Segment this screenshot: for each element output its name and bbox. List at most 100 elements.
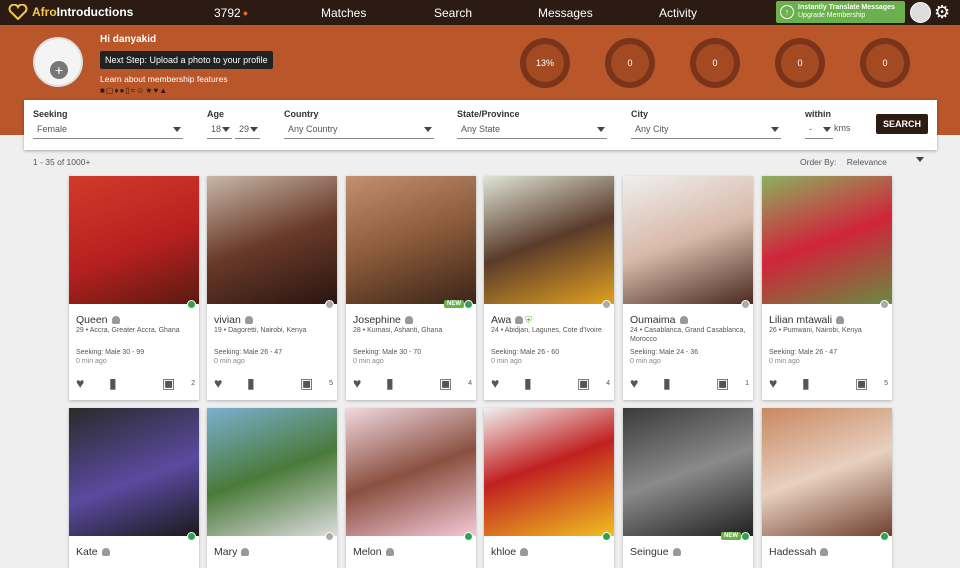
message-icon[interactable]: ▮ [524,376,532,390]
profile-name[interactable]: vivian [214,314,253,326]
nav-search[interactable]: Search [434,6,472,20]
heart-icon[interactable]: ♥ [769,376,777,390]
message-icon[interactable]: ▮ [663,376,671,390]
next-step-tip[interactable]: Next Step: Upload a photo to your profil… [100,51,273,69]
profile-photo[interactable] [762,408,892,536]
profile-seeking: Seeking: Male 26 - 47 [214,349,283,356]
heart-icon[interactable]: ♥ [76,376,84,390]
profile-card[interactable]: Oumaima 24 • Casablanca, Grand Casablanc… [623,176,753,400]
profile-photo[interactable] [69,408,199,536]
profile-details: 26 • Pumwani, Nairobi, Kenya [769,327,862,334]
translate-upgrade-button[interactable]: ↑ Instantly Translate Messages Upgrade Me… [776,1,905,23]
views-stat[interactable]: 0 [775,38,825,88]
chevron-down-icon[interactable] [916,157,924,162]
favorites-count: 0 [696,44,734,82]
heart-icon[interactable]: ♥ [491,376,499,390]
profile-name[interactable]: khloe [491,546,529,558]
age-max-select[interactable]: 29 [235,123,260,139]
country-select[interactable]: Any Country [284,123,434,139]
seeking-select[interactable]: Female [33,123,183,139]
profile-card[interactable]: NEW Seingue [623,408,753,568]
profile-card[interactable]: Awa ⛨ 24 • Abidjan, Lagunes, Cote d'Ivoir… [484,176,614,400]
profile-name[interactable]: Hadessah [769,546,829,558]
profile-photo[interactable] [207,176,337,304]
favorites-stat[interactable]: 0 [690,38,740,88]
profile-card[interactable]: NEW Josephine 28 • Kumasi, Ashanti, Ghan… [346,176,476,400]
profile-name[interactable]: Seingue [630,546,681,558]
profile-photo[interactable] [762,176,892,304]
city-select[interactable]: Any City [631,123,781,139]
profile-name[interactable]: Oumaima [630,314,688,326]
membership-features-link[interactable]: Learn about membership features [100,74,228,84]
person-icon [385,548,394,557]
profile-card[interactable]: Hadessah [762,408,892,568]
photo-count: 4 [606,380,610,387]
profile-name-text: Melon [353,546,382,558]
profile-card[interactable]: Melon [346,408,476,568]
message-icon[interactable]: ▮ [109,376,117,390]
profile-name[interactable]: Mary [214,546,250,558]
profile-details: 19 • Dagoretti, Nairobi, Kenya [214,327,307,334]
profile-details: 24 • Casablanca, Grand Casablanca, Moroc… [630,327,746,343]
profile-card[interactable]: Kate [69,408,199,568]
heart-icon[interactable]: ♥ [353,376,361,390]
profile-photo[interactable] [69,176,199,304]
user-avatar[interactable] [910,2,931,23]
profile-photo-placeholder[interactable]: + [33,37,83,87]
camera-icon[interactable]: ▣ [439,376,452,390]
within-label: within [805,109,831,119]
profile-photo[interactable] [623,408,753,536]
camera-icon[interactable]: ▣ [855,376,868,390]
age-min-select[interactable]: 18 [207,123,232,139]
logo[interactable]: AfroIntroductions [8,4,133,20]
profile-name[interactable]: Josephine [353,314,413,326]
gear-icon[interactable]: ⚙ [934,2,954,22]
profile-card[interactable]: vivian 19 • Dagoretti, Nairobi, Kenya Se… [207,176,337,400]
person-icon [520,548,529,557]
profile-name-text: khloe [491,546,517,558]
heart-logo-icon [8,4,28,20]
photo-count: 4 [468,380,472,387]
message-icon[interactable]: ▮ [802,376,810,390]
camera-icon[interactable]: ▣ [162,376,175,390]
message-icon[interactable]: ▮ [247,376,255,390]
message-icon[interactable]: ▮ [386,376,394,390]
within-select[interactable]: - [805,123,833,139]
heart-icon[interactable]: ♥ [630,376,638,390]
profile-details: 28 • Kumasi, Ashanti, Ghana [353,327,443,334]
order-by[interactable]: Order By: Relevance [800,157,887,167]
online-counter[interactable]: 3792 ● [214,6,248,20]
messages-stat[interactable]: 0 [605,38,655,88]
nav-messages[interactable]: Messages [538,6,593,20]
profile-card[interactable]: Mary [207,408,337,568]
state-select[interactable]: Any State [457,123,607,139]
profile-name[interactable]: Melon [353,546,394,558]
profile-name-text: Lilian mtawali [769,314,833,326]
order-by-value: Relevance [846,157,887,167]
add-photo-icon[interactable]: + [50,61,68,79]
profile-photo[interactable] [484,408,614,536]
heart-icon[interactable]: ♥ [214,376,222,390]
profile-name[interactable]: Awa ⛨ [491,314,532,326]
camera-icon[interactable]: ▣ [577,376,590,390]
profile-name[interactable]: Kate [76,546,110,558]
profile-name[interactable]: Queen [76,314,120,326]
photo-count: 2 [191,380,195,387]
profile-name[interactable]: Lilian mtawali [769,314,845,326]
profile-completion-stat[interactable]: 13% [520,38,570,88]
search-button[interactable]: SEARCH [876,114,928,134]
profile-photo[interactable] [484,176,614,304]
camera-icon[interactable]: ▣ [716,376,729,390]
nav-matches[interactable]: Matches [321,6,366,20]
starred-stat[interactable]: 0 [860,38,910,88]
profile-card[interactable]: Queen 29 • Accra, Greater Accra, Ghana S… [69,176,199,400]
camera-icon[interactable]: ▣ [300,376,313,390]
profile-photo[interactable] [623,176,753,304]
profile-photo[interactable] [346,176,476,304]
photo-count: 5 [884,380,888,387]
profile-photo[interactable] [346,408,476,536]
profile-photo[interactable] [207,408,337,536]
profile-card[interactable]: Lilian mtawali 26 • Pumwani, Nairobi, Ke… [762,176,892,400]
profile-card[interactable]: khloe [484,408,614,568]
nav-activity[interactable]: Activity [659,6,697,20]
